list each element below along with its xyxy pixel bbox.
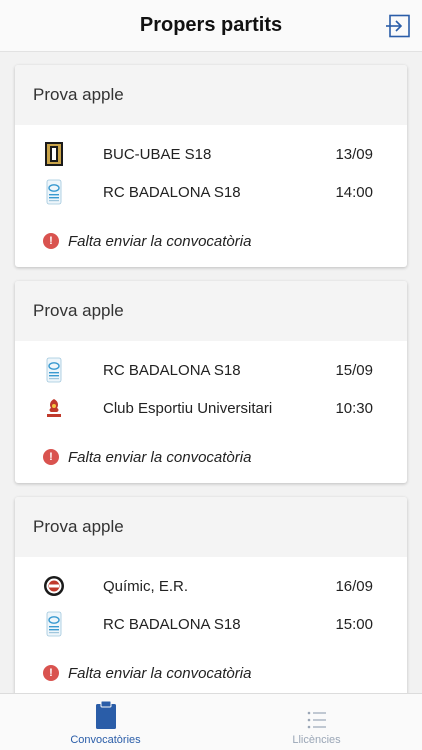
exclamation-icon: ! xyxy=(43,449,59,465)
match-card-body: Químic, E.R. 16/09 RC BADALONA S18 15:00… xyxy=(15,557,407,693)
exclamation-icon: ! xyxy=(43,233,59,249)
away-team-name: Club Esportiu Universitari xyxy=(103,399,273,417)
warning-row: ! Falta enviar la convocatòria xyxy=(15,215,407,267)
away-team-row: RC BADALONA S18 15:00 xyxy=(15,605,407,643)
match-card-title: Prova apple xyxy=(15,497,407,557)
exclamation-icon: ! xyxy=(43,665,59,681)
match-card-body: RC BADALONA S18 15/09 Club Esportiu Univ… xyxy=(15,341,407,483)
away-team-row: RC BADALONA S18 14:00 xyxy=(15,173,407,211)
match-time: 15:00 xyxy=(335,615,373,633)
warning-row: ! Falta enviar la convocatòria xyxy=(15,647,407,693)
match-date: 16/09 xyxy=(335,577,373,595)
logout-button[interactable] xyxy=(384,12,412,40)
away-team-row: Club Esportiu Universitari 10:30 xyxy=(15,389,407,427)
home-team-name: Químic, E.R. xyxy=(103,577,189,595)
match-date: 13/09 xyxy=(335,145,373,163)
home-team-row: RC BADALONA S18 15/09 xyxy=(15,351,407,389)
home-team-name: RC BADALONA S18 xyxy=(103,361,241,379)
logout-icon xyxy=(386,14,410,38)
match-card[interactable]: Prova apple BUC-UBAE S18 13/09 RC BADALO… xyxy=(15,65,407,267)
match-card-body: BUC-UBAE S18 13/09 RC BADALONA S18 14:00… xyxy=(15,125,407,267)
rc-badalona-logo-icon xyxy=(43,179,65,205)
match-card[interactable]: Prova apple Químic, E.R. 16/09 RC BADALO… xyxy=(15,497,407,693)
top-bar: Propers partits xyxy=(0,0,422,52)
tab-label: Convocatòries xyxy=(70,734,141,746)
warning-text: Falta enviar la convocatòria xyxy=(68,448,252,466)
clipboard-icon xyxy=(95,700,116,729)
match-card[interactable]: Prova apple RC BADALONA S18 15/09 Club E… xyxy=(15,281,407,483)
match-time: 10:30 xyxy=(335,399,373,417)
rc-badalona-logo-icon xyxy=(43,611,65,637)
quimic-logo-icon xyxy=(43,573,65,599)
home-team-name: BUC-UBAE S18 xyxy=(103,145,212,163)
tab-llicencies[interactable]: Llicències xyxy=(211,694,422,750)
list-icon xyxy=(307,711,326,729)
buc-ubae-logo-icon xyxy=(43,141,65,167)
match-card-title: Prova apple xyxy=(15,281,407,341)
bottom-tab-bar: Convocatòries Llicències xyxy=(0,693,422,750)
ceu-logo-icon xyxy=(43,395,65,421)
app-screen: Propers partits Prova apple BUC-UBAE S18… xyxy=(0,0,422,750)
warning-text: Falta enviar la convocatòria xyxy=(68,664,252,682)
rc-badalona-logo-icon xyxy=(43,357,65,383)
match-date: 15/09 xyxy=(335,361,373,379)
warning-text: Falta enviar la convocatòria xyxy=(68,232,252,250)
home-team-row: Químic, E.R. 16/09 xyxy=(15,567,407,605)
match-time: 14:00 xyxy=(335,183,373,201)
tab-label: Llicències xyxy=(292,734,341,746)
away-team-name: RC BADALONA S18 xyxy=(103,615,241,633)
page-title: Propers partits xyxy=(139,14,283,36)
tab-convocatories[interactable]: Convocatòries xyxy=(0,694,211,750)
warning-row: ! Falta enviar la convocatòria xyxy=(15,431,407,483)
home-team-row: BUC-UBAE S18 13/09 xyxy=(15,135,407,173)
away-team-name: RC BADALONA S18 xyxy=(103,183,241,201)
match-card-title: Prova apple xyxy=(15,65,407,125)
matches-list: Prova apple BUC-UBAE S18 13/09 RC BADALO… xyxy=(0,52,422,693)
